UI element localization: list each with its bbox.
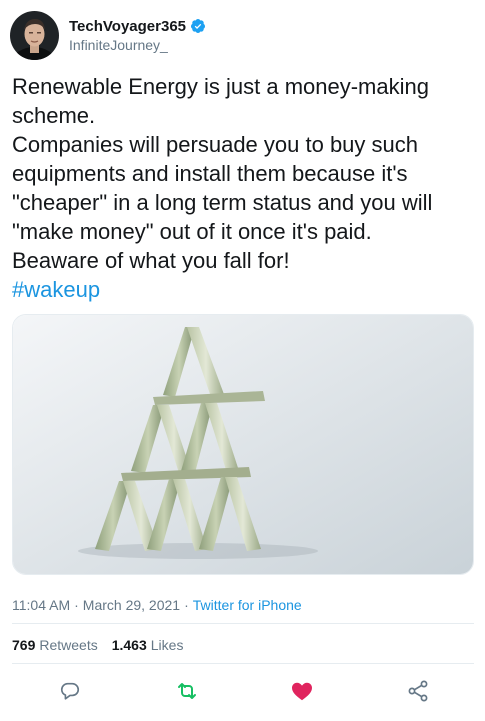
tweet-date[interactable]: March 29, 2021 [83,597,180,613]
tweet-line: "cheaper" in a long term status and you … [12,190,433,215]
likes-stat[interactable]: 1.463 Likes [112,637,184,653]
display-name[interactable]: TechVoyager365 [69,17,186,36]
hashtag-link[interactable]: #wakeup [12,275,474,304]
author-names: TechVoyager365 InfiniteJourney_ [69,17,206,54]
retweets-stat[interactable]: 769 Retweets [12,637,98,653]
share-button[interactable] [405,680,431,706]
reply-button[interactable] [57,680,83,706]
author-handle[interactable]: InfiniteJourney_ [69,36,206,54]
tweet-meta: 11:04 AM · March 29, 2021 · Twitter for … [12,597,302,613]
retweets-label: Retweets [39,637,98,653]
divider [12,623,474,624]
reply-icon [59,680,81,707]
tweet-text: Renewable Energy is just a money-making … [12,72,474,304]
retweet-icon [175,679,199,708]
tweet-time[interactable]: 11:04 AM [12,597,70,613]
retweets-count: 769 [12,637,36,653]
avatar[interactable] [10,10,59,60]
tweet-header: TechVoyager365 InfiniteJourney_ [10,10,206,60]
likes-count: 1.463 [111,637,147,653]
tweet-line: "make money" out of it once it's paid. [12,219,372,244]
tweet-line: Beaware of what you fall for! [12,248,290,273]
tweet-stats: 769 Retweets 1.463 Likes [12,637,183,653]
meta-separator: · [74,597,79,613]
like-button[interactable] [289,680,315,706]
retweet-button[interactable] [174,680,200,706]
meta-separator: · [184,597,189,613]
share-icon [406,679,430,708]
tweet-line: Companies will persuade you to buy such [12,132,419,157]
divider [12,663,474,664]
tweet-media-image[interactable] [12,314,474,575]
verified-badge-icon [190,18,206,34]
heart-icon [290,679,314,708]
tweet-line: Renewable Energy is just a money-making [12,74,429,99]
tweet-actions [0,678,485,708]
tweet-line: scheme. [12,103,96,128]
likes-label: Likes [150,637,184,653]
display-name-row: TechVoyager365 [69,17,206,36]
tweet-source-link[interactable]: Twitter for iPhone [193,597,302,613]
tweet-line: equipments and install them because it's [12,161,408,186]
